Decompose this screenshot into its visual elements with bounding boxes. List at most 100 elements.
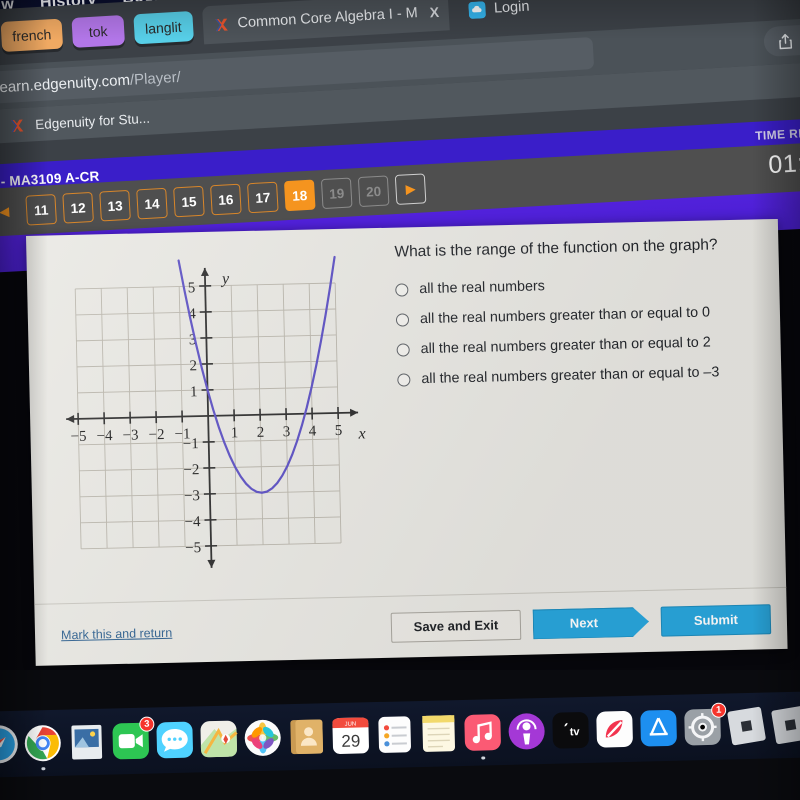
answer-option-1[interactable]: all the real numbers — [395, 273, 775, 299]
answer-option-1-label: all the real numbers — [419, 278, 546, 298]
question-button-11[interactable]: 11 — [25, 194, 57, 226]
browser-tab-login-label: Login — [493, 0, 530, 17]
roblox-studio-icon[interactable] — [770, 704, 800, 745]
answer-option-3[interactable]: all the real numbers greater than or equ… — [396, 333, 776, 359]
question-content-panel: −5 −4 −3 −2 −1 1 2 3 4 5 5 4 3 2 1 −1 −2… — [26, 218, 788, 666]
share-icon[interactable] — [776, 32, 794, 50]
answer-option-4[interactable]: all the real numbers greater than or equ… — [397, 363, 777, 389]
notes-icon[interactable] — [418, 713, 459, 754]
address-bar-path: /Player/ — [129, 68, 182, 89]
facetime-badge: 3 — [139, 716, 155, 732]
xtick-1: 1 — [231, 425, 239, 441]
svg-text:tv: tv — [570, 726, 581, 738]
contacts-icon[interactable] — [286, 716, 327, 757]
appstore-icon[interactable] — [638, 708, 679, 749]
running-indicator — [41, 766, 46, 771]
calendar-icon[interactable]: JUN 29 — [330, 715, 371, 756]
time-remaining-label: TIME REMAINING — [754, 122, 800, 143]
question-button-15[interactable]: 15 — [173, 185, 205, 218]
maps-icon[interactable] — [198, 718, 239, 759]
facetime-icon[interactable]: 3 — [110, 716, 155, 762]
calendar-month: JUN — [345, 722, 357, 728]
question-button-18[interactable]: 18 — [283, 179, 316, 212]
browser-tab-algebra[interactable]: Common Core Algebra I - M X — [201, 0, 451, 45]
xtick-3: 3 — [283, 424, 291, 440]
edgenuity-x-icon — [214, 18, 228, 31]
running-indicator — [481, 755, 486, 760]
function-graph: −5 −4 −3 −2 −1 1 2 3 4 5 5 4 3 2 1 −1 −2… — [54, 242, 382, 589]
podcasts-icon[interactable] — [506, 711, 547, 752]
news-icon[interactable] — [594, 709, 635, 750]
reminders-icon[interactable] — [374, 714, 415, 755]
ytick-5: 5 — [188, 280, 196, 296]
edgenuity-x-icon — [10, 119, 24, 132]
nav-next-button[interactable]: ▶ — [394, 173, 427, 205]
save-and-exit-button[interactable]: Save and Exit — [390, 609, 522, 643]
footer-buttons: Save and Exit Next Submit — [390, 603, 772, 643]
browser-tab-close-icon[interactable]: X — [429, 4, 439, 21]
address-bar-domain: ore.learn.edgenuity.com — [0, 71, 131, 98]
next-button[interactable]: Next — [533, 606, 650, 639]
answer-option-2[interactable]: all the real numbers greater than or equ… — [395, 303, 776, 329]
browser-tab-algebra-label: Common Core Algebra I - M — [237, 5, 419, 32]
submit-button[interactable]: Submit — [660, 603, 772, 637]
ytick--3: −3 — [184, 488, 200, 504]
question-prompt: What is the range of the function on the… — [394, 236, 718, 261]
chrome-icon[interactable] — [22, 723, 63, 771]
ytick--5: −5 — [185, 540, 201, 556]
question-button-13[interactable]: 13 — [99, 189, 131, 222]
radio-button-3[interactable] — [396, 343, 410, 357]
xtick-2: 2 — [257, 425, 265, 441]
safari-toolbar-icons — [763, 20, 800, 58]
login-cloud-icon — [468, 0, 487, 19]
photos-icon[interactable] — [242, 717, 283, 758]
xtick--2: −2 — [148, 427, 164, 443]
calendar-day: 29 — [341, 731, 360, 750]
question-button-12[interactable]: 12 — [62, 191, 94, 224]
graph-axes — [66, 267, 359, 568]
radio-button-1[interactable] — [395, 283, 409, 297]
roblox-icon[interactable] — [726, 706, 767, 747]
question-button-19: 19 — [320, 177, 353, 210]
question-button-16[interactable]: 16 — [210, 183, 242, 216]
ytick-2: 2 — [189, 358, 197, 374]
ytick--1: −1 — [183, 436, 199, 452]
tab-group-langlit-label: langlit — [144, 18, 183, 37]
tab-group-tok[interactable]: tok — [71, 14, 125, 48]
tab-group-langlit[interactable]: langlit — [133, 11, 194, 45]
finder-preview-icon[interactable] — [66, 722, 107, 763]
radio-button-4[interactable] — [397, 373, 411, 388]
answer-option-3-label: all the real numbers greater than or equ… — [420, 334, 711, 358]
safari-window-right-controls: X Highline Team Rea — [689, 0, 800, 1]
answer-option-2-label: all the real numbers greater than or equ… — [419, 304, 711, 328]
radio-button-2[interactable] — [395, 313, 410, 327]
mark-this-and-return-link[interactable]: Mark this and return — [61, 625, 172, 642]
question-button-20: 20 — [357, 175, 390, 208]
question-panel: What is the range of the function on the… — [394, 235, 778, 402]
answer-option-4-label: all the real numbers greater than or equ… — [421, 364, 720, 388]
tab-group-french[interactable]: french — [0, 18, 64, 53]
ytick--4: −4 — [184, 514, 201, 530]
messages-icon[interactable] — [154, 720, 195, 761]
xtick--5: −5 — [70, 429, 86, 445]
time-remaining-value: 01:22:45 — [767, 145, 800, 180]
question-button-17[interactable]: 17 — [247, 181, 279, 214]
ytick-1: 1 — [190, 384, 198, 400]
y-axis-label: y — [220, 270, 230, 287]
system-preferences-icon[interactable]: 1 — [682, 702, 727, 748]
appletv-icon[interactable]: tv — [550, 710, 591, 751]
xtick--3: −3 — [122, 428, 138, 444]
tab-group-french-label: french — [11, 26, 52, 45]
system-preferences-badge: 1 — [710, 702, 727, 718]
music-icon[interactable] — [462, 712, 503, 760]
nav-prev-button[interactable]: ◀ — [0, 196, 20, 228]
tab-group-tok-label: tok — [88, 22, 108, 40]
bookmark-item-edgenuity[interactable]: Edgenuity for Stu... — [35, 110, 151, 132]
ytick--2: −2 — [183, 462, 199, 478]
xtick-4: 4 — [309, 423, 317, 439]
browser-tab-login[interactable]: Login — [458, 0, 541, 30]
xtick-5: 5 — [335, 423, 343, 439]
laptop-screen-photo: w History Bookmarks Profiles Tab Window … — [0, 0, 800, 800]
question-button-14[interactable]: 14 — [136, 187, 168, 220]
safari-icon[interactable] — [0, 724, 19, 765]
